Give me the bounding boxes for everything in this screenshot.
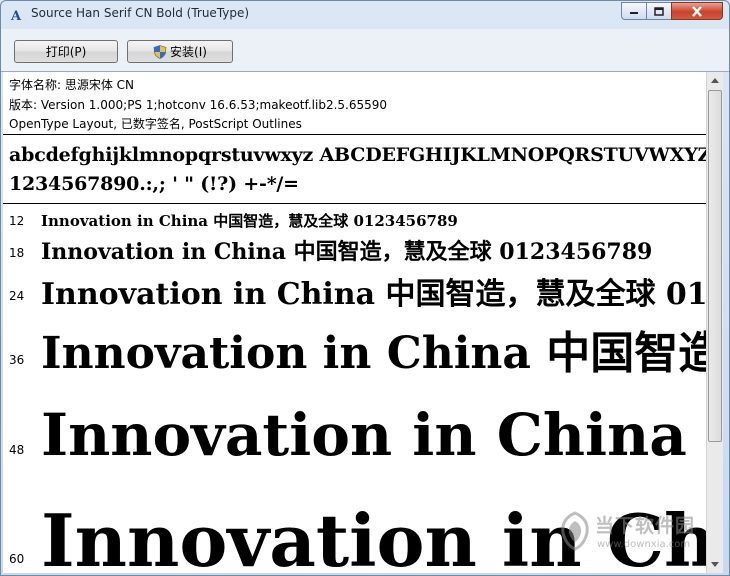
features-line: OpenType Layout, 已数字签名, PostScript Outli… (9, 117, 302, 131)
sample-text: Innovation in China 中国智造，慧及全球 0123456789 (41, 328, 706, 379)
size-label: 48 (9, 443, 25, 457)
font-viewer-window: A Source Han Serif CN Bold (TrueType) 打印… (0, 0, 730, 576)
maximize-button[interactable] (646, 2, 672, 20)
minimize-button[interactable] (621, 2, 647, 20)
watermark-url: www.downxia.com (597, 539, 691, 550)
sample-row-12: 12 Innovation in China 中国智造，慧及全球 0123456… (3, 210, 706, 232)
print-button-label: 打印(P) (45, 45, 87, 59)
sample-text: Innovation in China 中国智造，慧及全球 0123456789 (41, 239, 653, 265)
window-title: Source Han Serif CN Bold (TrueType) (31, 6, 250, 20)
uac-shield-icon (153, 44, 167, 59)
sample-row-24: 24 Innovation in China 中国智造，慧及全球 0123456… (3, 269, 706, 313)
scrollbar-thumb[interactable] (708, 90, 722, 442)
size-label: 24 (9, 289, 25, 303)
font-file-icon: A (10, 9, 22, 23)
sample-text: Innovation in China 中国智造，慧及全球 0123456789 (41, 212, 458, 230)
svg-text:A: A (10, 9, 22, 23)
install-button-label: 安装(I) (170, 45, 207, 59)
charset-letters: abcdefghijklmnopqrstuvwxyz ABCDEFGHIJKLM… (9, 144, 706, 166)
charset-digits: 1234567890.:,; ' " (!?) +-*/= (9, 173, 299, 195)
close-button[interactable] (671, 2, 723, 20)
font-preview-area[interactable]: 字体名称: 思源宋体 CN 版本: Version 1.000;PS 1;hot… (3, 72, 706, 573)
size-label: 60 (9, 552, 25, 566)
font-name-line: 字体名称: 思源宋体 CN (9, 78, 135, 92)
sample-row-18: 18 Innovation in China 中国智造，慧及全球 0123456… (3, 234, 706, 266)
scroll-up-button[interactable] (707, 72, 723, 89)
divider (3, 203, 706, 204)
sample-text: Innovation in China 中国智造，慧及全球 0123456789 (41, 277, 706, 312)
vertical-scrollbar[interactable] (706, 72, 723, 573)
maximize-icon (654, 6, 664, 16)
toolbar: 打印(P) 安装(I) (1, 29, 729, 72)
divider (3, 134, 706, 135)
size-label: 12 (9, 214, 25, 228)
watermark-logo-icon (561, 511, 589, 551)
install-button[interactable]: 安装(I) (127, 40, 233, 63)
watermark: 当下软件园 www.downxia.com (557, 509, 717, 565)
sample-row-36: 36 Innovation in China 中国智造，慧及全球 0123456… (3, 317, 706, 379)
print-button[interactable]: 打印(P) (14, 40, 118, 63)
sample-text: Innovation in China 中国智造，慧及全球 0123456789 (41, 401, 706, 469)
watermark-brand: 当下软件园 (595, 515, 696, 537)
title-bar[interactable]: A Source Han Serif CN Bold (TrueType) (1, 1, 729, 29)
minimize-icon (630, 12, 638, 14)
close-icon (692, 5, 702, 17)
version-line: 版本: Version 1.000;PS 1;hotconv 16.6.53;m… (9, 98, 388, 112)
sample-row-48: 48 Innovation in China 中国智造，慧及全球 0123456… (3, 388, 706, 469)
size-label: 18 (9, 246, 25, 260)
arrow-up-icon (711, 78, 719, 83)
size-label: 36 (9, 353, 25, 367)
